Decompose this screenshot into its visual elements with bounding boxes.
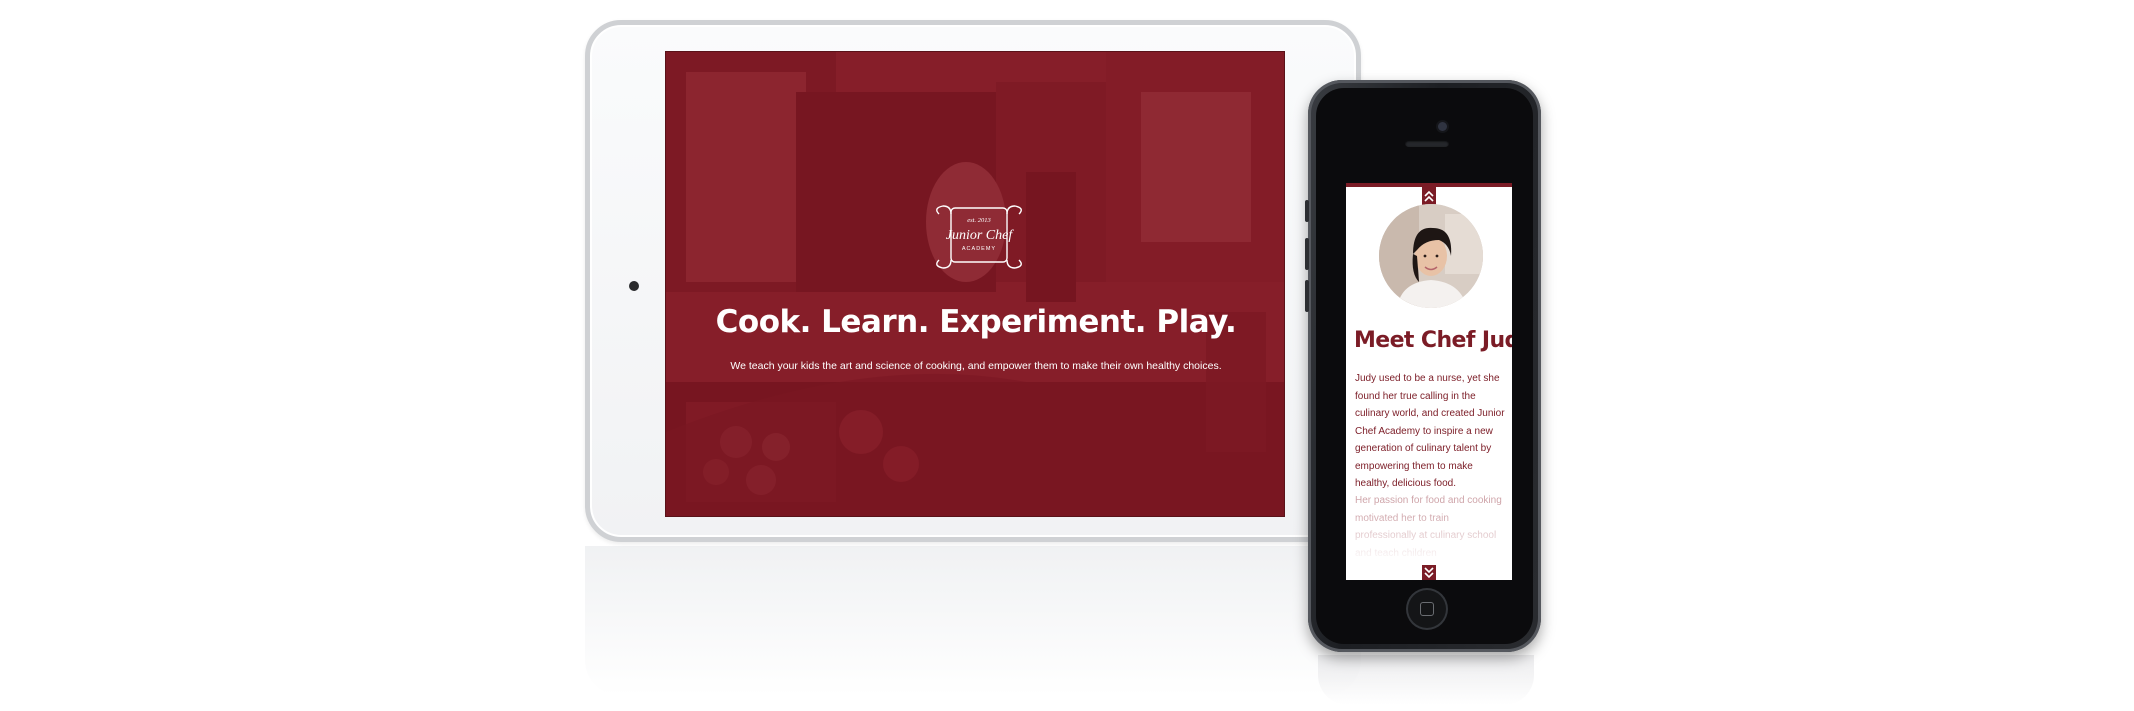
logo-sub-text: ACADEMY (962, 246, 996, 252)
text-fade-overlay (1346, 513, 1512, 568)
tablet-device: est. 2013 Junior Chef ACADEMY Cook. Lear… (585, 20, 1361, 542)
chef-section: Meet Chef Judy! Judy used to be a nurse,… (1346, 183, 1512, 580)
phone-volume-down-button (1305, 280, 1309, 312)
phone-volume-up-button (1305, 238, 1309, 270)
hero-headline: Cook. Learn. Experiment. Play. (715, 304, 1237, 340)
phone-reflection (1318, 655, 1534, 705)
junior-chef-academy-logo[interactable]: est. 2013 Junior Chef ACADEMY (931, 202, 1027, 272)
scroll-down-button[interactable] (1422, 565, 1436, 580)
phone-speaker (1405, 140, 1449, 147)
tablet-camera-icon (629, 281, 639, 291)
hero-section: est. 2013 Junior Chef ACADEMY Cook. Lear… (665, 51, 1285, 517)
logo-name-text: Junior Chef (946, 228, 1015, 243)
home-button-icon[interactable] (1408, 590, 1446, 628)
chef-judy-portrait (1379, 204, 1483, 308)
tablet-reflection (585, 546, 1361, 696)
meet-chef-heading: Meet Chef Judy! (1354, 328, 1512, 353)
hero-subheadline: We teach your kids the art and science o… (730, 360, 1222, 372)
chef-bio-paragraph: Judy used to be a nurse, yet she found h… (1355, 373, 1505, 489)
phone-device: Meet Chef Judy! Judy used to be a nurse,… (1305, 80, 1541, 652)
hero-overlay (666, 52, 1284, 516)
chevrons-down-icon (1424, 567, 1434, 579)
phone-mute-switch (1305, 200, 1309, 222)
logo-est-text: est. 2013 (967, 217, 991, 224)
phone-camera-icon (1438, 122, 1447, 131)
